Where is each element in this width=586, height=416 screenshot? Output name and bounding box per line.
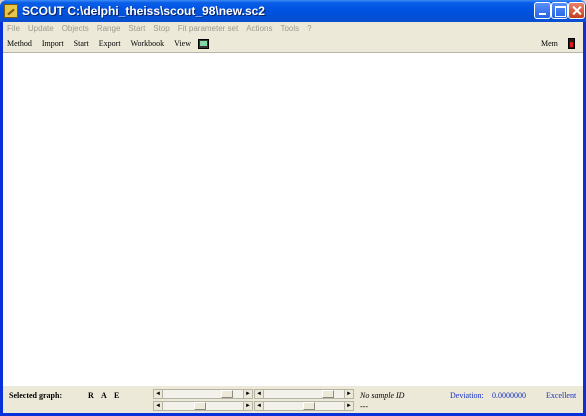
graph-r-button[interactable]: R (88, 391, 94, 400)
menu-update[interactable]: Update (24, 22, 58, 35)
main-workspace[interactable] (3, 52, 583, 405)
scout-app-icon[interactable] (4, 4, 18, 18)
toolbar-workbook[interactable]: Workbook (126, 36, 170, 52)
monitor-icon[interactable] (198, 39, 209, 49)
menu-range[interactable]: Range (93, 22, 125, 35)
toolbar: Method Import Start Export Workbook View… (3, 36, 583, 52)
graph-a-button[interactable]: A (101, 391, 107, 400)
app-window: SCOUT C:\delphi_theiss\scout_98\new.sc2 … (0, 0, 586, 416)
menu-tools[interactable]: Tools (276, 22, 303, 35)
menu-fit-parameter-set[interactable]: Fit parameter set (174, 22, 242, 35)
scrollbar-3[interactable]: ◄ ► (153, 401, 253, 411)
menu-bar: File Update Objects Range Start Stop Fit… (3, 22, 583, 35)
scrollbar-4[interactable]: ◄ ► (254, 401, 354, 411)
mem-label: Mem (541, 39, 558, 48)
memory-gauge-icon (568, 38, 575, 49)
menu-file[interactable]: File (3, 22, 24, 35)
scroll-right-arrow-icon[interactable]: ► (344, 390, 353, 398)
minimize-button[interactable] (534, 2, 551, 19)
scroll-left-arrow-icon[interactable]: ◄ (255, 402, 264, 410)
toolbar-start[interactable]: Start (69, 36, 94, 52)
fit-quality-label: Excellent (546, 391, 577, 400)
client-area: File Update Objects Range Start Stop Fit… (3, 22, 583, 413)
scroll-right-arrow-icon[interactable]: ► (243, 390, 252, 398)
scroll-left-arrow-icon[interactable]: ◄ (154, 402, 163, 410)
scroll-left-arrow-icon[interactable]: ◄ (255, 390, 264, 398)
graph-e-button[interactable]: E (114, 391, 119, 400)
scrollbar-thumb[interactable] (303, 402, 315, 410)
selected-graph-label: Selected graph: (9, 391, 63, 400)
menu-help[interactable]: ? (303, 22, 315, 35)
sample-dash: --- (360, 402, 368, 411)
menu-objects[interactable]: Objects (58, 22, 93, 35)
menu-start[interactable]: Start (124, 22, 149, 35)
scroll-left-arrow-icon[interactable]: ◄ (154, 390, 163, 398)
scroll-right-arrow-icon[interactable]: ► (344, 402, 353, 410)
menu-actions[interactable]: Actions (242, 22, 276, 35)
toolbar-method[interactable]: Method (3, 36, 37, 52)
deviation-value: 0.0000000 (492, 391, 526, 400)
status-bar: Selected graph: R A E ◄ ► ◄ ► ◄ ► ◄ ► No… (3, 385, 583, 413)
sample-id-label: No sample ID (360, 391, 405, 400)
maximize-button[interactable] (551, 2, 568, 19)
scrollbar-thumb[interactable] (322, 390, 334, 398)
scrollbar-thumb[interactable] (221, 390, 233, 398)
scrollbar-1[interactable]: ◄ ► (153, 389, 253, 399)
toolbar-export[interactable]: Export (94, 36, 126, 52)
deviation-label: Deviation: (450, 391, 484, 400)
menu-stop[interactable]: Stop (149, 22, 173, 35)
toolbar-view[interactable]: View (169, 36, 196, 52)
title-bar[interactable]: SCOUT C:\delphi_theiss\scout_98\new.sc2 (0, 0, 586, 22)
scrollbar-thumb[interactable] (194, 402, 206, 410)
window-title: SCOUT C:\delphi_theiss\scout_98\new.sc2 (22, 4, 265, 18)
toolbar-import[interactable]: Import (37, 36, 69, 52)
close-button[interactable] (568, 2, 585, 19)
scrollbar-2[interactable]: ◄ ► (254, 389, 354, 399)
scroll-right-arrow-icon[interactable]: ► (243, 402, 252, 410)
